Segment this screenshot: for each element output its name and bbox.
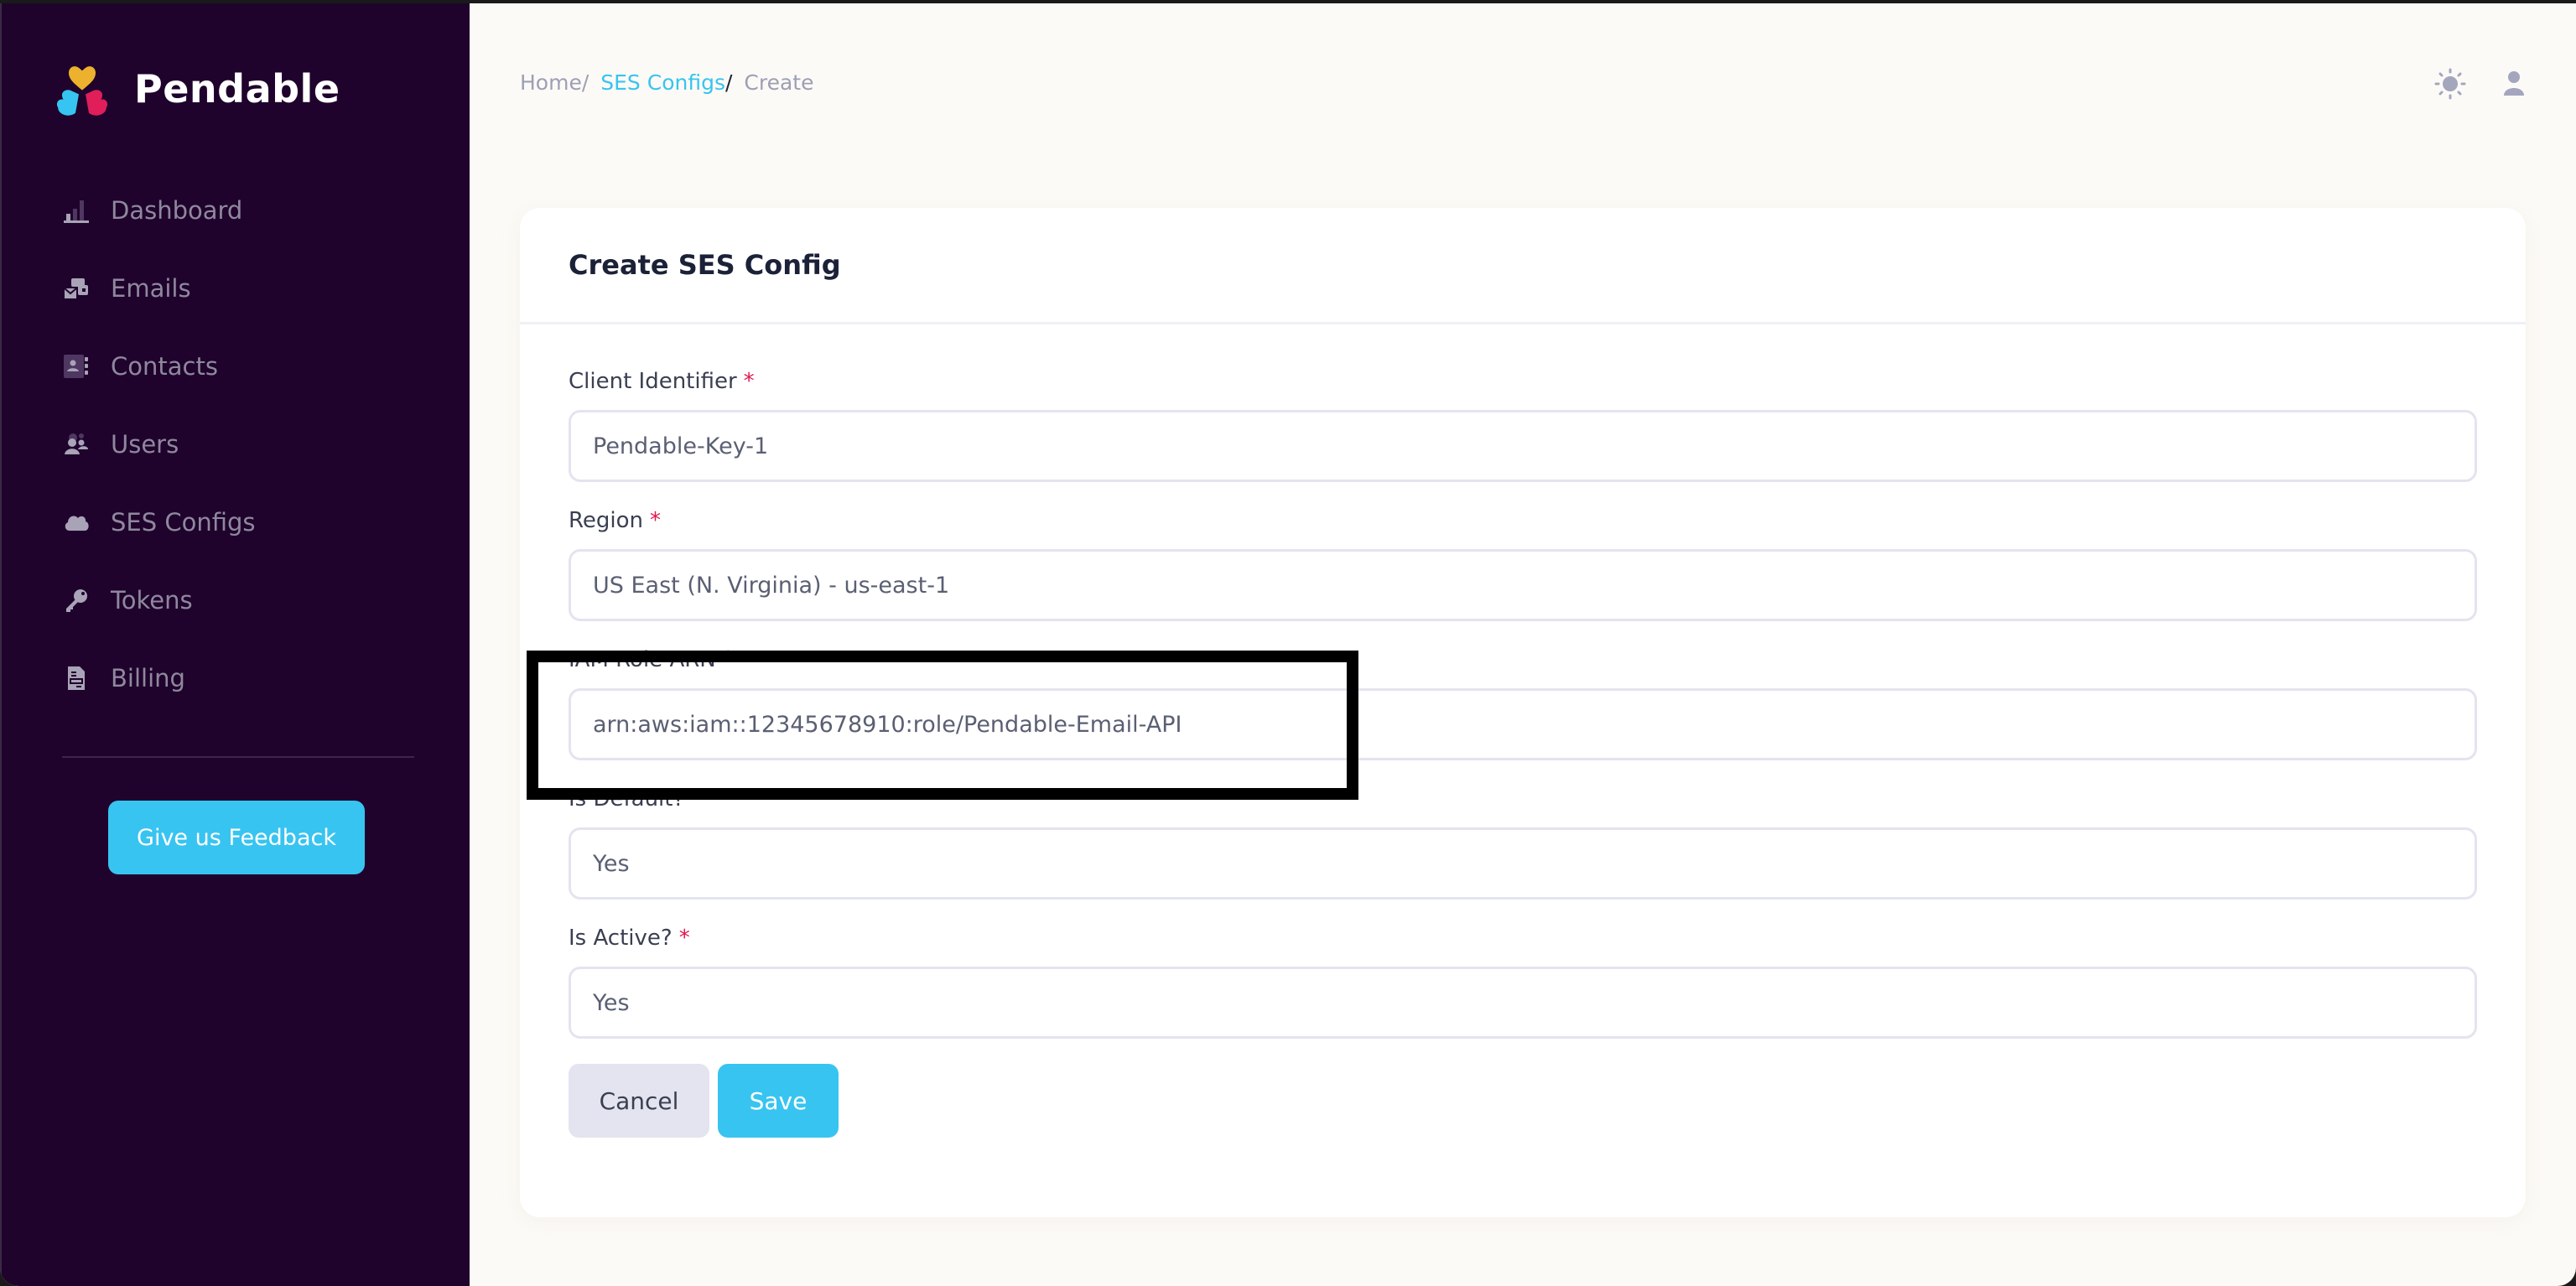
field-label: IAM Role ARN *: [569, 646, 2479, 673]
sidebar-item-ses-configs[interactable]: SES Configs: [62, 483, 431, 561]
required-marker: *: [743, 369, 755, 394]
sidebar-item-label: Emails: [111, 273, 191, 303]
sidebar-nav: Dashboard Emails Contacts Users SES Conf…: [62, 171, 431, 717]
key-icon: [62, 586, 91, 614]
breadcrumb-separator: /: [581, 70, 589, 95]
header-actions: [2433, 67, 2531, 104]
ses-config-form: Client Identifier* Region* IAM Role ARN*…: [520, 324, 2526, 1138]
breadcrumb-home[interactable]: Home: [520, 70, 582, 95]
sidebar-item-billing[interactable]: Billing: [62, 639, 431, 717]
label-text: IAM Role ARN: [569, 647, 716, 672]
sidebar-item-contacts[interactable]: Contacts: [62, 327, 431, 405]
sidebar: Pendable Dashboard Emails Contacts Users…: [0, 3, 470, 1286]
required-marker: *: [678, 926, 690, 951]
give-feedback-button[interactable]: Give us Feedback: [108, 801, 365, 874]
field-is-default: Is Default? *: [569, 786, 2479, 900]
sidebar-item-emails[interactable]: Emails: [62, 249, 431, 327]
sidebar-item-dashboard[interactable]: Dashboard: [62, 171, 431, 249]
field-iam-role-arn: IAM Role ARN *: [569, 646, 2479, 760]
main-content: Home / SES Configs / Create Create SES C…: [470, 3, 2576, 1286]
breadcrumb-separator: /: [724, 70, 733, 95]
field-label: Is Default? *: [569, 786, 2479, 812]
bar-chart-icon: [62, 196, 91, 225]
invoice-icon: [62, 664, 91, 692]
breadcrumb-ses-configs[interactable]: SES Configs: [600, 70, 725, 95]
sidebar-item-label: Billing: [111, 663, 185, 692]
pendable-logo-icon: [49, 55, 116, 122]
label-text: Is Active?: [569, 926, 673, 951]
client-identifier-input[interactable]: [569, 410, 2477, 482]
user-icon[interactable]: [2497, 67, 2531, 104]
field-region: Region *: [569, 507, 2479, 621]
required-marker: *: [691, 786, 703, 812]
contacts-book-icon: [62, 352, 91, 381]
app-window: Pendable Dashboard Emails Contacts Users…: [0, 3, 2576, 1286]
users-icon: [62, 430, 91, 459]
app-name: Pendable: [134, 66, 340, 111]
region-select[interactable]: [569, 549, 2477, 621]
emails-icon: [62, 274, 91, 303]
card-header: Create SES Config: [520, 208, 2526, 324]
iam-role-arn-input[interactable]: [569, 688, 2477, 760]
is-active-select[interactable]: [569, 967, 2477, 1039]
required-marker: *: [722, 647, 734, 672]
field-label: Is Active? *: [569, 925, 2479, 952]
sidebar-item-users[interactable]: Users: [62, 405, 431, 483]
page-title: Create SES Config: [569, 249, 841, 281]
breadcrumb-current: Create: [744, 70, 814, 95]
sidebar-divider: [62, 756, 414, 758]
label-text: Client Identifier: [569, 369, 737, 394]
breadcrumb: Home / SES Configs / Create: [520, 70, 814, 95]
field-label: Client Identifier *: [569, 368, 2479, 395]
sun-icon[interactable]: [2433, 67, 2467, 104]
label-text: Region: [569, 508, 644, 533]
field-client-identifier: Client Identifier *: [569, 368, 2479, 482]
field-is-active: Is Active? *: [569, 925, 2479, 1039]
logo[interactable]: Pendable: [49, 55, 340, 122]
label-text: Is Default?: [569, 786, 685, 812]
field-label: Region *: [569, 507, 2479, 534]
sidebar-item-label: SES Configs: [111, 507, 256, 537]
create-ses-config-card: Create SES Config Client Identifier* Reg…: [520, 208, 2526, 1217]
sidebar-item-label: Dashboard: [111, 195, 243, 225]
sidebar-item-tokens[interactable]: Tokens: [62, 561, 431, 639]
is-default-select[interactable]: [569, 827, 2477, 900]
cancel-button[interactable]: Cancel: [569, 1064, 709, 1138]
sidebar-item-label: Contacts: [111, 351, 218, 381]
sidebar-item-label: Users: [111, 429, 179, 459]
cloud-icon: [62, 508, 91, 537]
save-button[interactable]: Save: [718, 1064, 839, 1138]
form-actions: Cancel Save: [569, 1064, 2479, 1138]
sidebar-item-label: Tokens: [111, 585, 193, 614]
required-marker: *: [650, 508, 662, 533]
